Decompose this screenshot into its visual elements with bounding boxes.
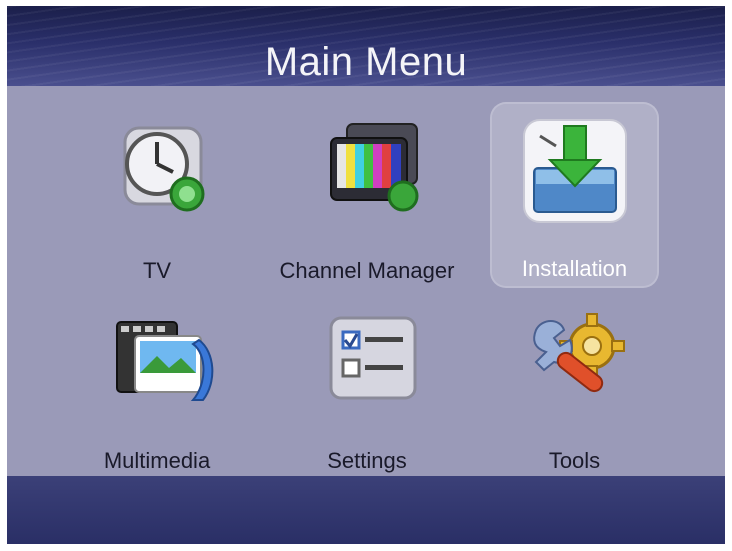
tv-clock-icon: [107, 114, 217, 224]
footer-bar: [7, 476, 725, 544]
tools-wrench-gear-icon: [520, 304, 630, 414]
menu-grid: TV Channel Manager Installation Multimed…: [7, 86, 725, 476]
tv-screen: Main Menu TV Channel Manager Installatio…: [7, 6, 725, 544]
menu-item-label: TV: [142, 258, 172, 283]
header-bar: Main Menu: [7, 6, 725, 86]
menu-item-tools[interactable]: Tools: [492, 296, 657, 473]
page-title: Main Menu: [264, 40, 468, 84]
installation-download-icon: [520, 116, 630, 226]
menu-item-channel-manager[interactable]: Channel Manager: [277, 106, 457, 283]
menu-item-label: Channel Manager: [279, 258, 455, 283]
menu-item-tv[interactable]: TV: [67, 106, 247, 283]
menu-item-label: Tools: [548, 448, 601, 473]
menu-item-installation[interactable]: Installation: [492, 104, 657, 286]
multimedia-icon: [107, 304, 217, 414]
menu-item-label: Settings: [327, 448, 407, 473]
menu-item-settings[interactable]: Settings: [277, 296, 457, 473]
menu-item-label: Installation: [521, 256, 628, 281]
menu-item-multimedia[interactable]: Multimedia: [67, 296, 247, 473]
menu-item-label: Multimedia: [103, 448, 211, 473]
settings-checklist-icon: [317, 304, 427, 414]
channel-manager-icon: [317, 114, 427, 224]
